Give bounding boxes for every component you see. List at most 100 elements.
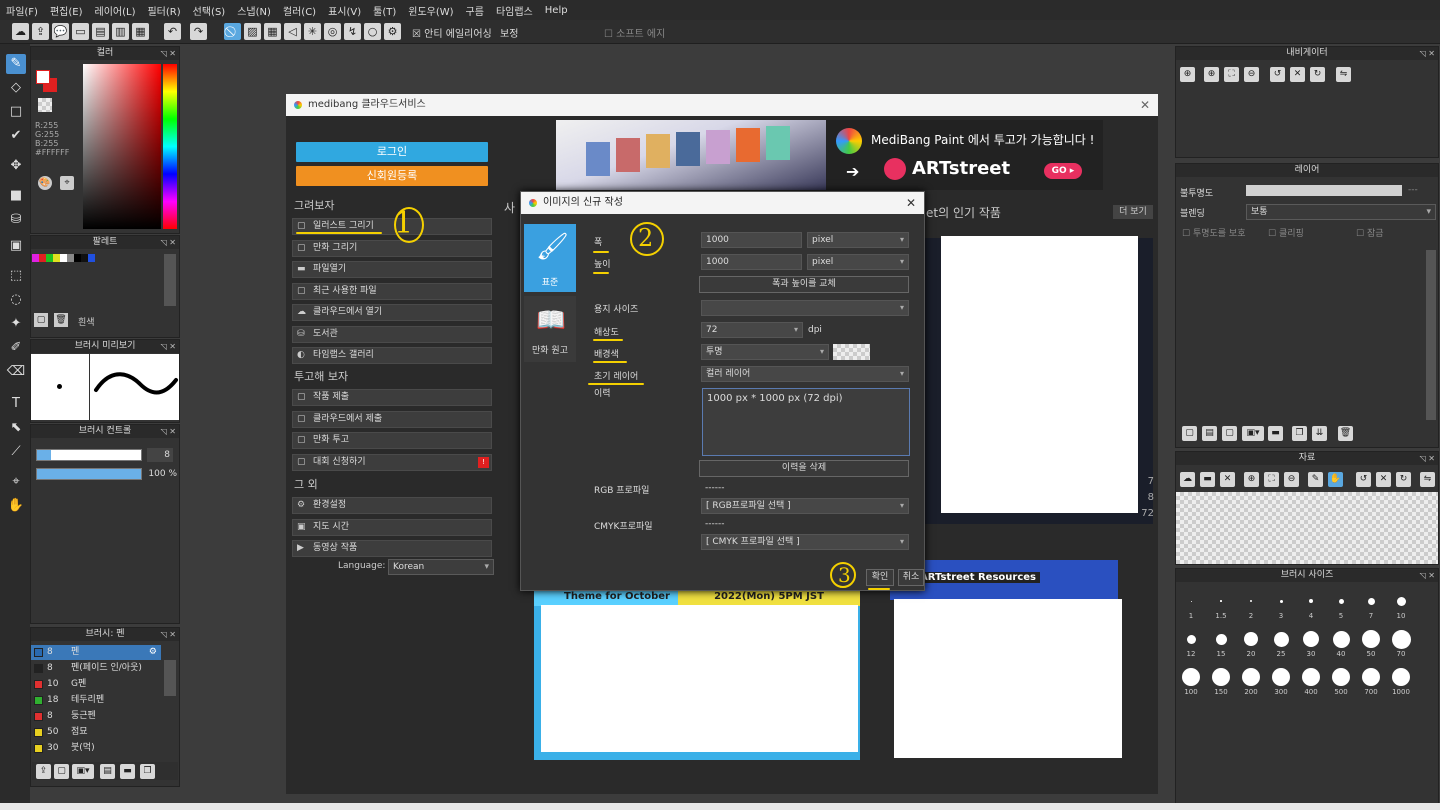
flip-icon[interactable]: ⇋ xyxy=(1336,67,1351,82)
brush-size-preset[interactable] xyxy=(1242,668,1260,686)
tab-comic[interactable]: 📖 만화 원고 xyxy=(524,296,576,362)
text-tool-icon[interactable]: T xyxy=(6,394,26,414)
brush-folder-icon[interactable]: ▬ xyxy=(120,764,135,779)
rotate-right-icon[interactable]: ↻ xyxy=(1310,67,1325,82)
pen-tool-icon[interactable]: ✎ xyxy=(6,54,26,74)
protect-alpha-checkbox[interactable]: ☐ 투명도를 보호 xyxy=(1182,226,1245,239)
lasso-tool-icon[interactable]: ◌ xyxy=(6,290,26,310)
chat-icon[interactable]: 💬 xyxy=(52,23,69,40)
brush-size-preset[interactable] xyxy=(1362,668,1380,686)
cmyk-profile-select[interactable]: [ CMYK 프로파일 선택 ] xyxy=(701,534,909,550)
brush-size-preset[interactable] xyxy=(1338,598,1344,604)
menu-item[interactable]: 파일(F) xyxy=(6,3,38,18)
other-menu-item[interactable]: ▶ 동영상 작품 xyxy=(292,540,492,557)
transparent-color-swatch[interactable] xyxy=(38,98,52,112)
palette-swatch[interactable] xyxy=(67,254,74,262)
brush-size-preset[interactable] xyxy=(1332,630,1350,648)
magic-wand-tool-icon[interactable]: ✦ xyxy=(6,314,26,334)
grid-icon[interactable]: ▦ xyxy=(132,23,149,40)
brush-size-preset[interactable] xyxy=(1309,599,1313,603)
color-picker-icon[interactable]: ⌖ xyxy=(60,176,74,190)
operation-tool-icon[interactable]: ⬉ xyxy=(6,418,26,438)
snap-circle-icon[interactable]: ◎ xyxy=(324,23,341,40)
add-brush-icon[interactable]: ⇪ xyxy=(36,764,51,779)
height-unit-select[interactable]: pixel xyxy=(807,254,909,270)
brush-size-preset[interactable] xyxy=(1186,634,1196,644)
menu-item[interactable]: 윈도우(W) xyxy=(408,3,453,18)
width-unit-select[interactable]: pixel xyxy=(807,232,909,248)
flip-icon[interactable]: ⇋ xyxy=(1420,472,1435,487)
brush-size-preset[interactable] xyxy=(1250,600,1252,602)
brush-size-preset[interactable] xyxy=(1220,600,1222,602)
history-list[interactable]: 1000 px * 1000 px (72 dpi) xyxy=(702,388,910,456)
clipping-checkbox[interactable]: ☐ 클리핑 xyxy=(1268,226,1304,239)
new-halftone-layer-icon[interactable]: ▤ xyxy=(1202,426,1217,441)
snap-settings-icon[interactable]: ⚙ xyxy=(384,23,401,40)
brush-row[interactable]: 8 펜(페이드 인/아웃) xyxy=(31,661,161,676)
menu-item[interactable]: 선택(S) xyxy=(193,3,226,18)
brush-size-preset[interactable] xyxy=(1190,600,1192,602)
select-eraser-tool-icon[interactable]: ⌫ xyxy=(6,362,26,382)
palette-swatch[interactable] xyxy=(39,254,46,262)
divide-tool-icon[interactable]: ⟋ xyxy=(6,442,26,462)
delete-layer-icon[interactable]: 🗑 xyxy=(1338,426,1353,441)
height-input[interactable]: 1000 xyxy=(701,254,802,270)
brush-size-preset[interactable] xyxy=(1367,597,1375,605)
paper-size-select[interactable] xyxy=(701,300,909,316)
select-pen-tool-icon[interactable]: ✐ xyxy=(6,338,26,358)
palette-swatch[interactable] xyxy=(46,254,53,262)
pen-icon[interactable]: ✎ xyxy=(1308,472,1323,487)
fit-icon[interactable]: ⛶ xyxy=(1224,67,1239,82)
lock-checkbox[interactable]: ☐ 잠금 xyxy=(1356,226,1384,239)
brush-size-preset[interactable] xyxy=(1392,668,1410,686)
draw-menu-item[interactable]: ☁ 클라우드에서 열기 xyxy=(292,304,492,321)
brush-size-preset[interactable] xyxy=(1396,596,1406,606)
post-menu-item[interactable]: ▢ 대회 신청하기! xyxy=(292,453,492,471)
delete-color-icon[interactable]: 🗑 xyxy=(54,313,68,327)
cloud-icon[interactable]: ☁ xyxy=(12,23,29,40)
brush-tool-icon[interactable]: ✔ xyxy=(6,126,26,146)
menu-item[interactable]: 툴(T) xyxy=(373,3,396,18)
ok-button[interactable]: 확인 xyxy=(866,569,894,586)
brush-size-preset[interactable] xyxy=(1303,631,1319,647)
zoom-out-icon[interactable]: ⊖ xyxy=(1244,67,1259,82)
brush-row[interactable]: 8 둥근펜 xyxy=(31,709,161,724)
width-input[interactable]: 1000 xyxy=(701,232,802,248)
draw-menu-item[interactable]: ▢ 최근 사용한 파일 xyxy=(292,282,492,300)
draw-menu-item[interactable]: ◐ 타임랩스 갤러리 xyxy=(292,347,492,364)
material-cloud-icon[interactable]: ☁ xyxy=(1180,472,1195,487)
tab-standard[interactable]: 🖌 표준 xyxy=(524,224,576,292)
other-menu-item[interactable]: ⚙ 환경설정 xyxy=(292,497,492,514)
register-button[interactable]: 신회원등록 xyxy=(296,166,488,186)
brush-size-preset[interactable] xyxy=(1332,668,1350,686)
antialias-checkbox[interactable]: ☒ 안티 에일리어싱 xyxy=(412,25,492,40)
post-menu-item[interactable]: ▢ 만화 투고 xyxy=(292,432,492,449)
resolution-select[interactable]: 72 xyxy=(701,322,803,338)
comment-icon[interactable]: ▭ xyxy=(72,23,89,40)
brush-size-preset[interactable] xyxy=(1273,631,1289,647)
brush-copy-icon[interactable]: ❐ xyxy=(140,764,155,779)
swap-dimensions-button[interactable]: 폭과 높이를 교체 xyxy=(699,276,909,293)
brush-size-preset[interactable] xyxy=(1215,633,1227,645)
snap-ellipse-icon[interactable]: ○ xyxy=(364,23,381,40)
cancel-button[interactable]: 취소 xyxy=(898,569,924,586)
hue-slider[interactable] xyxy=(163,64,177,229)
brush-row[interactable]: 30 붓(먹) xyxy=(31,741,161,756)
brush-size-preset[interactable] xyxy=(1212,668,1230,686)
menu-item[interactable]: 레이어(L) xyxy=(95,3,136,18)
dialog-close-icon[interactable]: ✕ xyxy=(906,192,916,214)
palette-swatch[interactable] xyxy=(32,254,39,262)
background-color-preview[interactable] xyxy=(833,344,870,360)
brush-settings-icon[interactable]: ▤ xyxy=(100,764,115,779)
zoom-out-icon[interactable]: ⊖ xyxy=(1284,472,1299,487)
soft-edge-checkbox[interactable]: ☐ 소프트 에지 xyxy=(604,25,665,40)
palette-icon[interactable]: 🎨 xyxy=(38,176,52,190)
menu-item[interactable]: 필터(R) xyxy=(147,3,180,18)
rgb-profile-select[interactable]: [ RGB프로파일 선택 ] xyxy=(701,498,909,514)
brush-size-preset[interactable] xyxy=(1302,668,1320,686)
add-color-icon[interactable]: ▢ xyxy=(34,313,48,327)
menu-item[interactable]: 편집(E) xyxy=(50,3,83,18)
brush-opacity-slider[interactable] xyxy=(36,468,142,480)
brush-size-preset[interactable] xyxy=(1272,668,1290,686)
brush-menu-icon[interactable]: ▣▾ xyxy=(72,764,94,779)
